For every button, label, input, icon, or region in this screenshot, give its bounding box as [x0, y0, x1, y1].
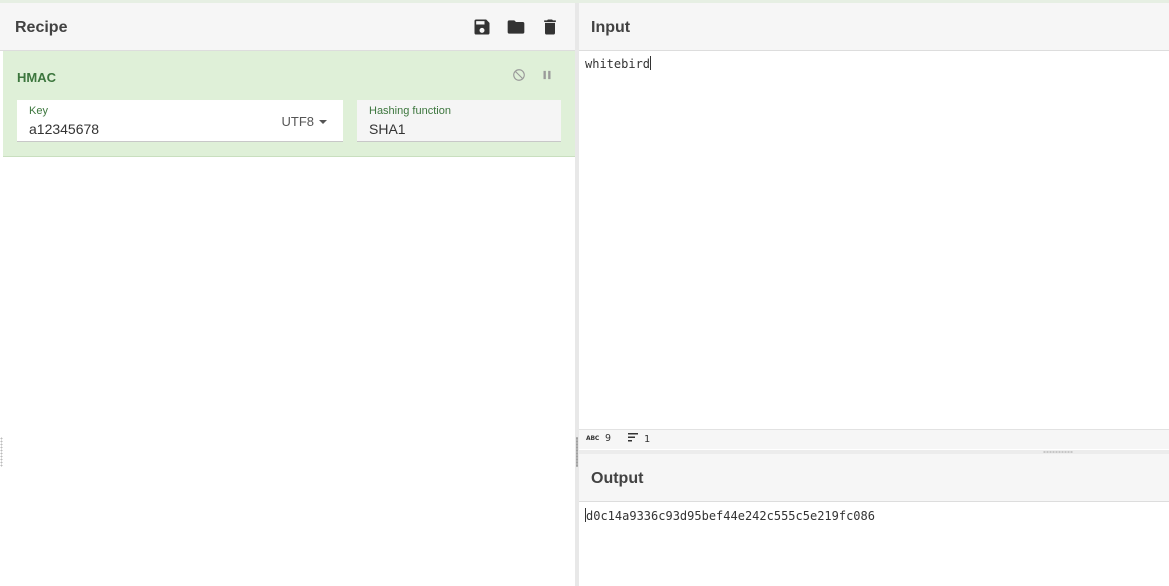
line-count: 1: [628, 433, 650, 445]
input-pane: Input whitebird ABC 9 1: [579, 3, 1169, 450]
hashing-function-select[interactable]: SHA1: [369, 121, 549, 137]
pause-icon[interactable]: [539, 67, 555, 83]
output-title: Output: [591, 470, 644, 487]
output-header: Output: [579, 454, 1169, 502]
hashing-function-label: Hashing function: [369, 105, 451, 117]
key-field[interactable]: Key a12345678 UTF8: [17, 100, 343, 142]
recipe-toolbar: [471, 16, 561, 38]
disable-icon[interactable]: [511, 67, 527, 83]
input-statusbar: ABC 9 1: [579, 429, 1169, 449]
abc-icon: ABC: [586, 435, 600, 442]
recipe-header: Recipe: [0, 3, 575, 51]
trash-icon[interactable]: [539, 16, 561, 38]
char-count-value: 9: [605, 433, 612, 444]
left-resize-handle[interactable]: [0, 437, 3, 467]
encoding-value: UTF8: [281, 114, 315, 129]
char-count: ABC 9: [586, 433, 611, 444]
caret-down-icon: [319, 119, 327, 124]
text-cursor: [650, 56, 652, 70]
line-count-value: 1: [644, 433, 651, 445]
encoding-dropdown[interactable]: UTF8: [281, 114, 327, 129]
lines-icon: [628, 433, 638, 445]
input-textarea[interactable]: whitebird: [585, 56, 652, 71]
horizontal-splitter-grip[interactable]: [1043, 451, 1073, 453]
operation-title: HMAC: [17, 70, 56, 85]
hmac-operation[interactable]: HMAC Key a12345678 UTF8 Hashing function…: [3, 51, 575, 157]
output-text: d0c14a9336c93d95bef44e242c555c5e219fc086: [586, 509, 875, 523]
key-input[interactable]: a12345678: [29, 121, 249, 137]
hashing-function-field[interactable]: Hashing function SHA1: [357, 100, 561, 142]
recipe-pane: Recipe HMAC Key a12345678 UTF8 Hashing f…: [0, 3, 575, 586]
save-icon[interactable]: [471, 16, 493, 38]
input-text: whitebird: [585, 57, 651, 71]
recipe-title: Recipe: [15, 19, 68, 36]
key-label: Key: [29, 105, 48, 117]
output-pane: Output d0c14a9336c93d95bef44e242c555c5e2…: [579, 454, 1169, 586]
input-header: Input: [579, 3, 1169, 51]
folder-icon[interactable]: [505, 16, 527, 38]
output-textarea[interactable]: d0c14a9336c93d95bef44e242c555c5e219fc086: [585, 508, 875, 523]
vertical-splitter-grip[interactable]: [576, 437, 578, 467]
input-title: Input: [591, 19, 631, 36]
operation-controls: [511, 67, 555, 83]
